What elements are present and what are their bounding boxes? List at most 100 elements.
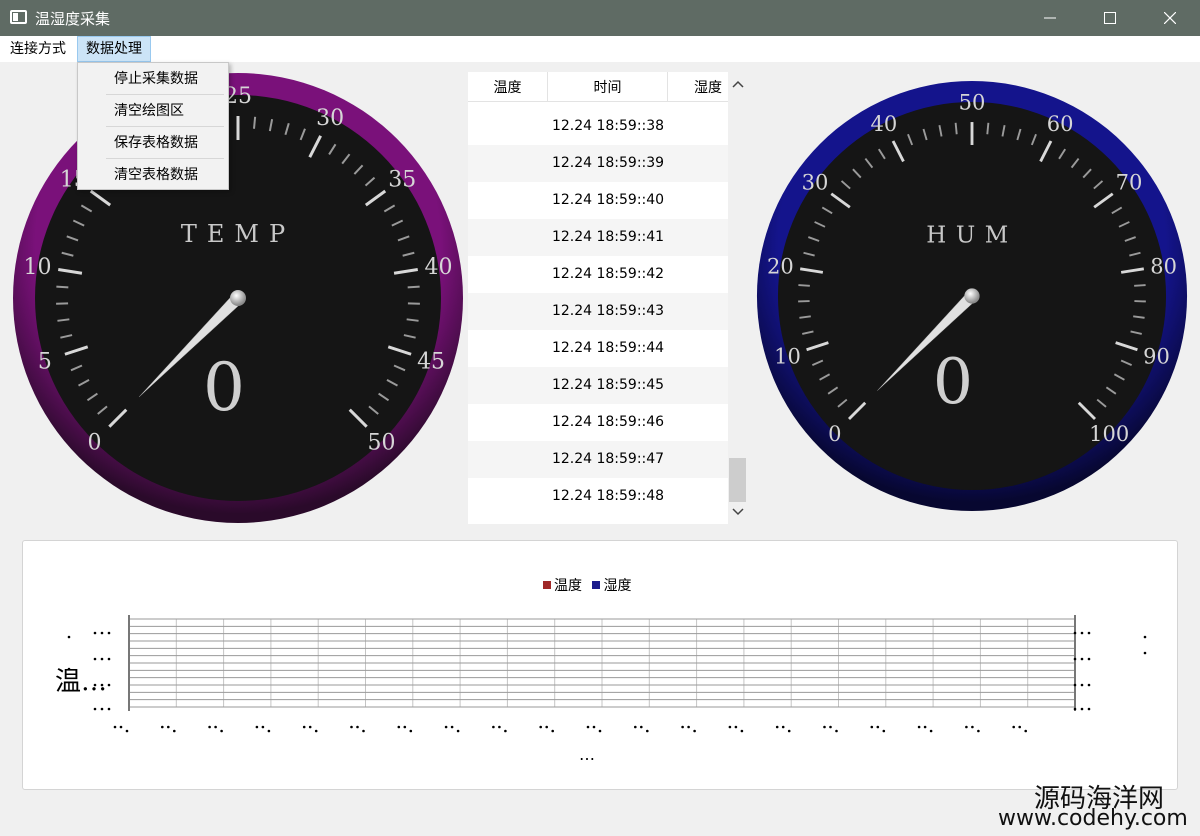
- axis-tick-dot: [823, 725, 826, 729]
- table-row[interactable]: 12.24 18:59::43: [468, 293, 728, 330]
- gauge-value: 0: [933, 344, 973, 418]
- table-scrollbar[interactable]: [728, 72, 748, 524]
- gauge-tick-label: 30: [802, 170, 829, 195]
- axis-tick-dot: [1012, 725, 1015, 729]
- axis-tick-dot: [551, 729, 554, 733]
- gauge-minor-tick: [798, 284, 810, 287]
- table-cell-time: 12.24 18:59::47: [551, 451, 665, 467]
- gauge-minor-tick: [1134, 284, 1146, 287]
- axis-tick-dot: [1080, 631, 1084, 635]
- gauge-tick-label: 30: [316, 106, 344, 131]
- axis-tick-dot: [173, 729, 176, 733]
- axis-tick-dot: [444, 725, 448, 729]
- menu-data-processing[interactable]: 数据处理: [77, 36, 151, 62]
- axis-tick-dot: [728, 725, 732, 729]
- axis-tick-dot: [498, 725, 501, 729]
- axis-tick-dot: [1073, 631, 1077, 635]
- axis-tick-dot: [870, 725, 874, 729]
- gauge-tick-label: 5: [38, 350, 52, 375]
- axis-tick-dot: [1024, 729, 1027, 733]
- gauge-tick-label: 70: [1116, 170, 1143, 195]
- axis-tick-dot: [450, 725, 454, 729]
- table-row[interactable]: 12.24 18:59::45: [468, 367, 728, 404]
- gauge-title: HUM: [926, 222, 1017, 248]
- axis-tick-dot: [740, 729, 744, 733]
- menu-stop-collecting[interactable]: 停止采集数据: [78, 63, 228, 95]
- axis-tick-dot: [93, 657, 97, 661]
- table-row[interactable]: 12.24 18:59::44: [468, 330, 728, 367]
- axis-tick-dot: [167, 725, 170, 729]
- axis-tick-dot: [397, 725, 401, 729]
- axis-tick-dot: [681, 725, 684, 729]
- gauge-tick-label: 10: [774, 344, 801, 369]
- axis-tick-dot: [1087, 707, 1091, 711]
- axis-tick-dot: [545, 725, 548, 729]
- table-row[interactable]: 12.24 18:59::38: [468, 108, 728, 145]
- menu-connection[interactable]: 连接方式: [2, 36, 74, 62]
- axis-tick-dot: [208, 725, 211, 729]
- close-icon: [1164, 12, 1176, 24]
- table-row[interactable]: 12.24 18:59::40: [468, 182, 728, 219]
- table-row[interactable]: 12.24 18:59::48: [468, 478, 728, 515]
- axis-tick-dot: [1143, 635, 1147, 639]
- axis-tick-dot: [882, 729, 886, 733]
- table-row[interactable]: 12.24 18:59::46: [468, 404, 728, 441]
- axis-tick-dot: [923, 725, 927, 729]
- axis-tick-dot: [119, 725, 123, 729]
- menu-save-table[interactable]: 保存表格数据: [78, 127, 228, 159]
- header-time[interactable]: 时间: [548, 72, 668, 102]
- gauge-tick-label: 40: [871, 111, 898, 136]
- axis-tick-dot: [1073, 683, 1077, 687]
- window-title: 温湿度采集: [35, 10, 111, 28]
- axis-tick-dot: [107, 657, 111, 661]
- gauge-knob: [964, 288, 980, 304]
- axis-tick-dot: [456, 729, 460, 733]
- axis-tick-dot: [917, 725, 921, 729]
- table-cell-time: 12.24 18:59::43: [551, 303, 665, 319]
- table-row[interactable]: 12.24 18:59::39: [468, 145, 728, 182]
- axis-tick-dot: [971, 725, 974, 729]
- axis-tick-dot: [255, 725, 259, 729]
- maximize-button[interactable]: [1080, 0, 1140, 36]
- gauge-minor-tick: [56, 285, 69, 289]
- axis-tick-dot: [356, 725, 359, 729]
- gauge-tick-label: 90: [1143, 344, 1170, 369]
- axis-tick-dot: [1018, 725, 1021, 729]
- header-humidity[interactable]: 湿度: [668, 72, 748, 102]
- axis-tick-dot: [362, 729, 365, 733]
- axis-tick-dot: [876, 725, 880, 729]
- plot-area: [67, 615, 1147, 733]
- app-icon: [10, 10, 27, 24]
- gauge-tick-label: 45: [417, 350, 445, 375]
- header-temperature[interactable]: 温度: [468, 72, 548, 102]
- axis-tick-dot: [214, 725, 217, 729]
- axis-tick-dot: [504, 729, 507, 733]
- gauge-tick-label: 60: [1047, 111, 1074, 136]
- watermark-url: www.codehy.com: [998, 806, 1188, 831]
- close-button[interactable]: [1140, 0, 1200, 36]
- gauge-tick-label: 40: [425, 255, 453, 280]
- minimize-button[interactable]: [1020, 0, 1080, 36]
- axis-tick-dot: [835, 729, 838, 733]
- axis-tick-dot: [646, 729, 649, 733]
- axis-tick-dot: [539, 725, 542, 729]
- menu-clear-table[interactable]: 清空表格数据: [78, 159, 228, 191]
- axis-tick-dot: [592, 725, 596, 729]
- table-cell-time: 12.24 18:59::41: [551, 229, 665, 245]
- axis-tick-dot: [302, 725, 306, 729]
- scroll-down-icon[interactable]: [732, 508, 744, 516]
- minimize-icon: [1044, 17, 1056, 19]
- table-row[interactable]: 12.24 18:59::47: [468, 441, 728, 478]
- menu-clear-plot[interactable]: 清空绘图区: [78, 95, 228, 127]
- axis-tick-dot: [314, 729, 318, 733]
- axis-tick-dot: [67, 635, 71, 639]
- scrollbar-thumb[interactable]: [729, 458, 746, 502]
- table-body: 12.24 18:59::38 12.24 18:59::39 12.24 18:5…: [468, 90, 728, 515]
- data-processing-dropdown: 停止采集数据 清空绘图区 保存表格数据 清空表格数据: [77, 62, 229, 190]
- table-row[interactable]: 12.24 18:59::41: [468, 219, 728, 256]
- table-row[interactable]: 12.24 18:59::42: [468, 256, 728, 293]
- gauge-knob: [230, 290, 246, 306]
- axis-tick-dot: [1073, 707, 1077, 711]
- gauge-value: 0: [203, 349, 245, 426]
- axis-tick-dot: [787, 729, 791, 733]
